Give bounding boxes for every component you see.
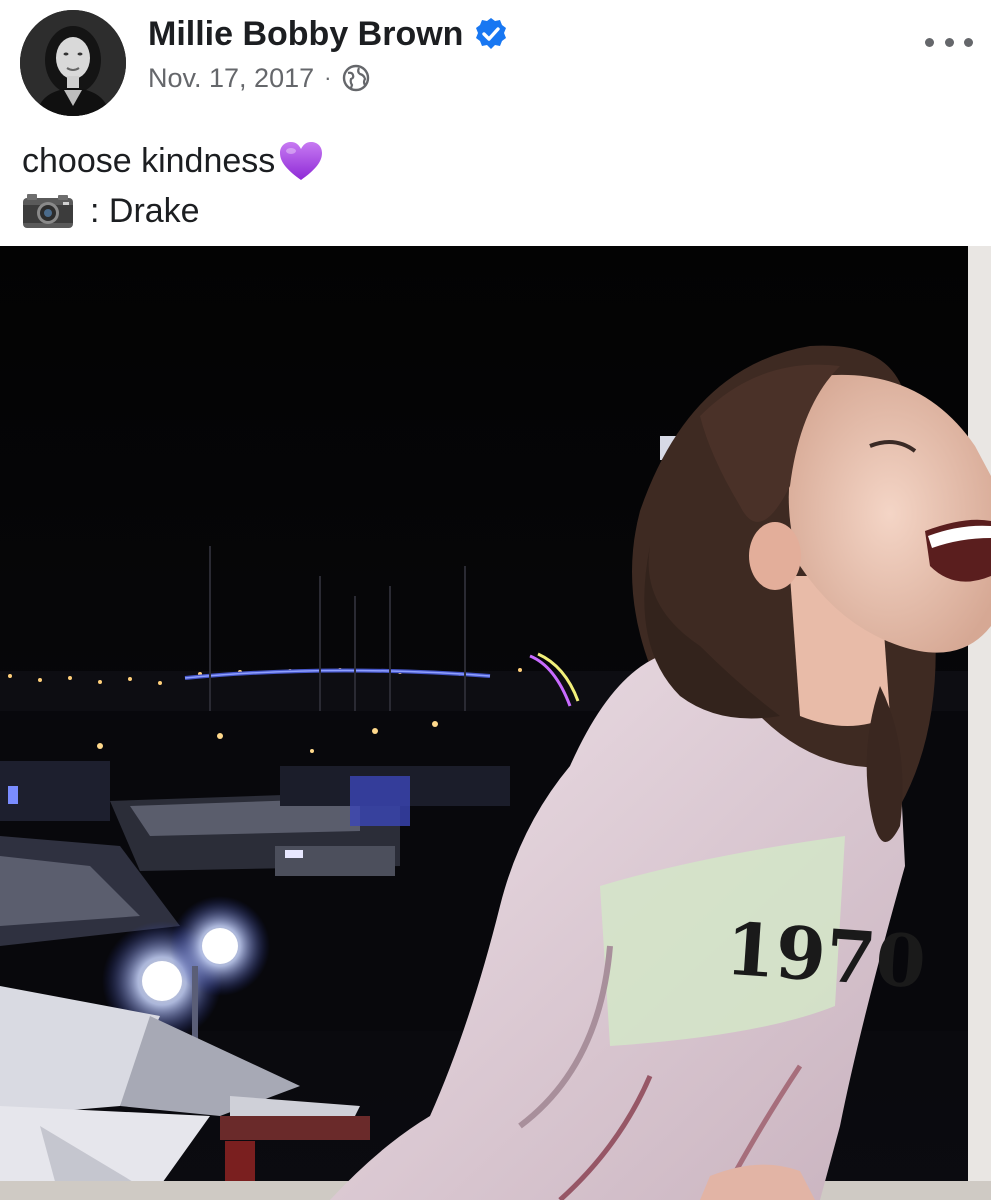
post-date[interactable]: Nov. 17, 2017 [148, 60, 314, 96]
more-dot [925, 37, 934, 47]
author-avatar[interactable] [20, 10, 126, 116]
facebook-post: Millie Bobby Brown Nov. 17, 2017 · choos… [0, 0, 991, 1200]
more-options-icon[interactable] [925, 28, 973, 56]
more-dot [964, 37, 973, 47]
post-caption: choose kindness: Drake [22, 136, 325, 236]
verified-badge-icon [473, 16, 509, 52]
globe-icon[interactable] [341, 63, 371, 93]
author-line: Millie Bobby Brown [148, 12, 509, 56]
author-name[interactable]: Millie Bobby Brown [148, 12, 463, 56]
caption-text: choose kindness [22, 142, 276, 180]
caption-line-1: choose kindness [22, 136, 325, 186]
more-dot [944, 37, 954, 47]
post-photo[interactable]: 1970 [0, 246, 991, 1200]
post-meta: Nov. 17, 2017 · [148, 60, 371, 96]
shirt-print-text: 1970 [723, 906, 929, 1005]
photo-credit-text: : Drake [90, 192, 200, 230]
meta-separator: · [324, 65, 332, 90]
purple-heart-icon [277, 138, 325, 184]
caption-line-2: : Drake [22, 186, 325, 236]
camera-icon [22, 193, 74, 229]
